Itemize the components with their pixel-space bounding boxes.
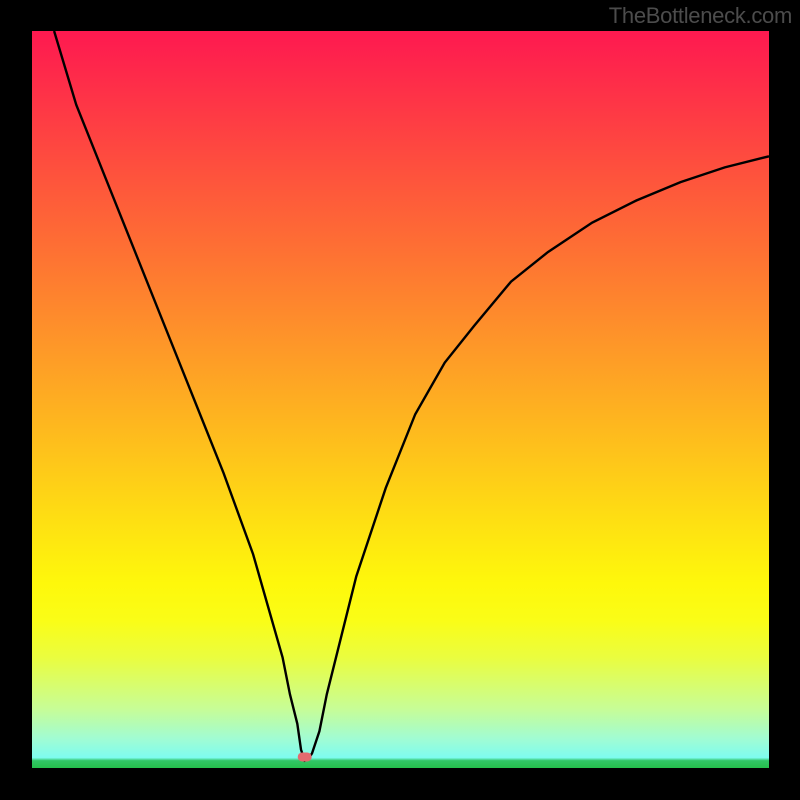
chart-container: TheBottleneck.com	[0, 0, 800, 800]
plot-area	[32, 31, 769, 768]
watermark: TheBottleneck.com	[609, 3, 792, 29]
chart-svg	[0, 0, 800, 800]
minimum-marker	[298, 752, 312, 761]
